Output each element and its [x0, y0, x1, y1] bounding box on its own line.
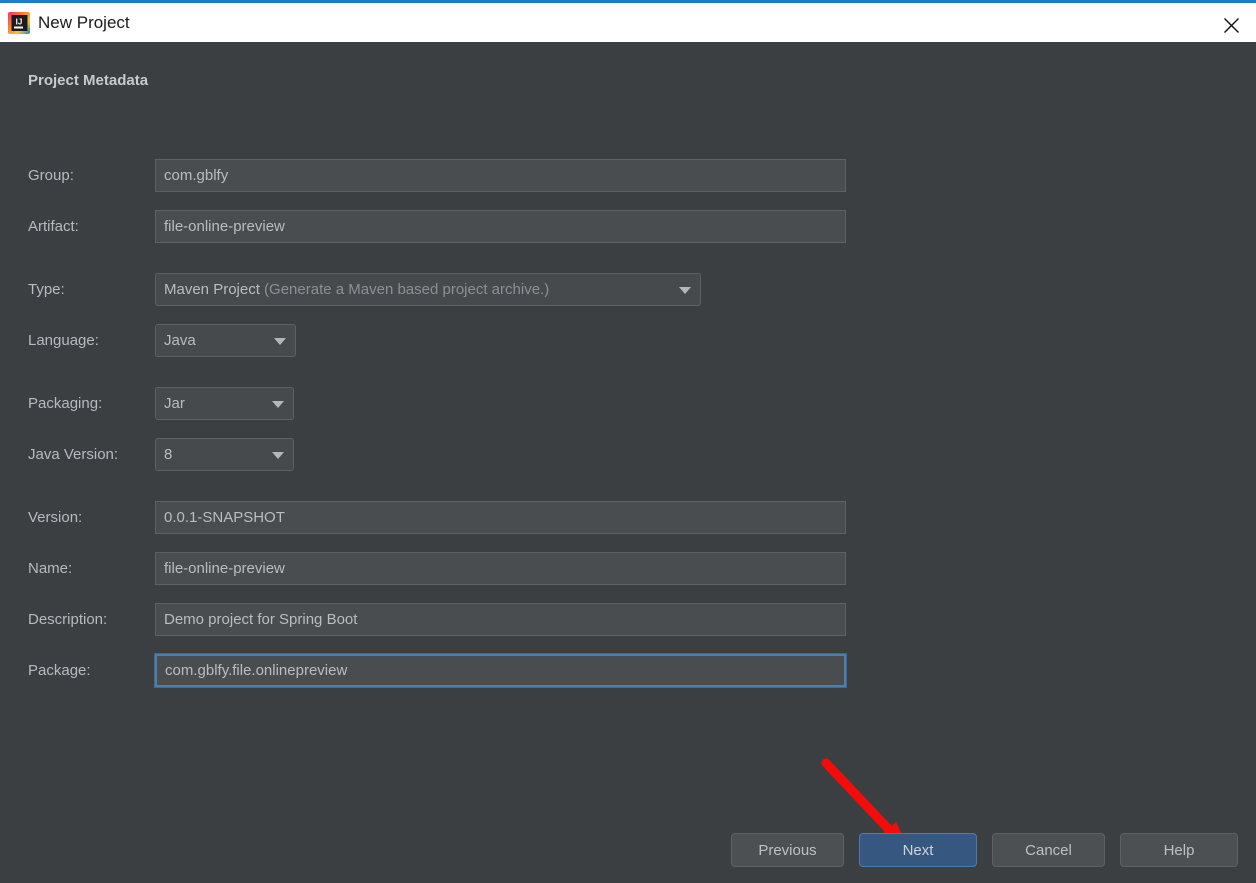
label-name: Name: — [28, 560, 73, 577]
dropdown-language-value: Java — [164, 332, 196, 349]
input-artifact[interactable]: file-online-preview — [155, 210, 846, 243]
chevron-down-icon — [272, 451, 284, 459]
input-version[interactable]: 0.0.1-SNAPSHOT — [155, 501, 846, 534]
window-title: New Project — [38, 13, 130, 32]
label-package: Package: — [28, 662, 91, 679]
dropdown-java-version[interactable]: 8 — [155, 438, 294, 471]
label-language: Language: — [28, 332, 99, 349]
dropdown-language[interactable]: Java — [155, 324, 296, 357]
label-type: Type: — [28, 281, 65, 298]
chevron-down-icon — [679, 286, 691, 294]
svg-text:IJ: IJ — [16, 18, 23, 27]
label-java-version: Java Version: — [28, 446, 119, 463]
label-packaging: Packaging: — [28, 395, 103, 412]
chevron-down-icon — [274, 337, 286, 345]
label-group: Group: — [28, 167, 74, 184]
section-title-project-metadata: Project Metadata — [28, 72, 149, 89]
input-description[interactable]: Demo project for Spring Boot — [155, 603, 846, 636]
chevron-down-icon — [272, 400, 284, 408]
dropdown-packaging[interactable]: Jar — [155, 387, 294, 420]
close-icon[interactable] — [1206, 6, 1256, 45]
dropdown-type-value: Maven Project — [164, 281, 260, 298]
dropdown-packaging-value: Jar — [164, 395, 185, 412]
input-name[interactable]: file-online-preview — [155, 552, 846, 585]
cancel-button[interactable]: Cancel — [992, 833, 1105, 867]
label-artifact: Artifact: — [28, 218, 79, 235]
dialog-content: Project Metadata Group: com.gblfy Artifa… — [0, 42, 1256, 883]
new-project-dialog-window: IJ New Project Project Metadata Group: c… — [0, 0, 1256, 883]
help-button[interactable]: Help — [1120, 833, 1238, 867]
window-titlebar: IJ New Project — [0, 0, 1256, 42]
previous-button[interactable]: Previous — [731, 833, 844, 867]
label-version: Version: — [28, 509, 83, 526]
intellij-idea-logo-icon: IJ — [8, 12, 30, 34]
dropdown-type[interactable]: Maven Project (Generate a Maven based pr… — [155, 273, 701, 306]
input-package[interactable]: com.gblfy.file.onlinepreview — [154, 653, 847, 688]
dropdown-type-hint: (Generate a Maven based project archive.… — [264, 281, 550, 298]
input-group[interactable]: com.gblfy — [155, 159, 846, 192]
label-description: Description: — [28, 611, 108, 628]
next-button[interactable]: Next — [859, 833, 977, 867]
dropdown-java-version-value: 8 — [164, 446, 173, 463]
